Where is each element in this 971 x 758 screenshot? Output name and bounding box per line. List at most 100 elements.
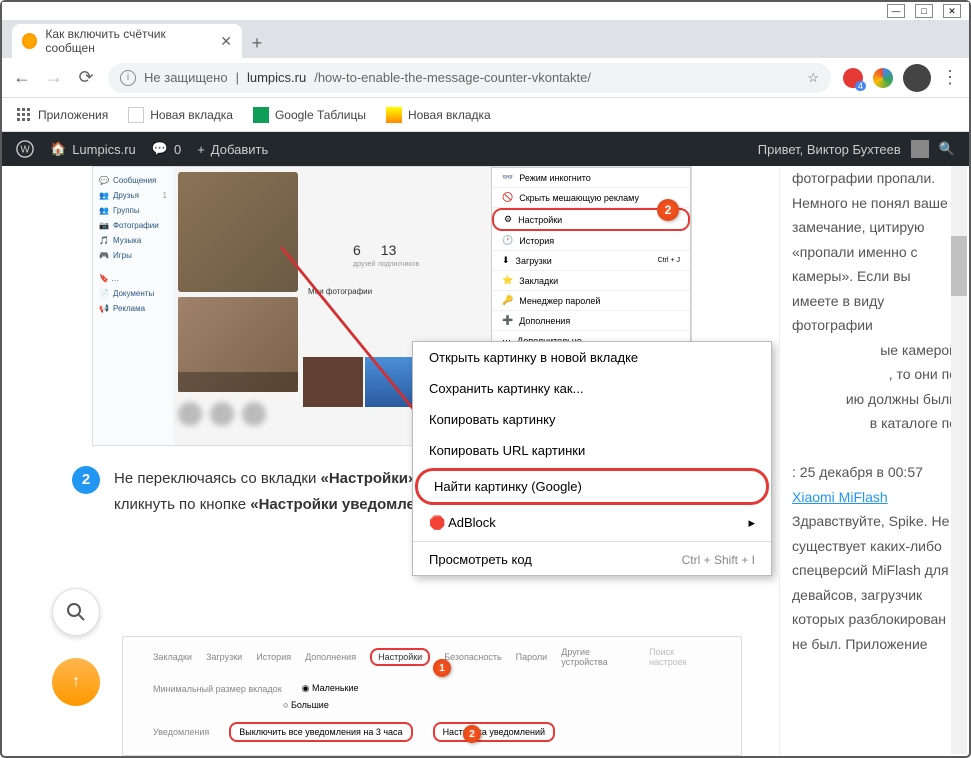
favicon-icon [22,33,37,49]
bookmarks-bar: Приложения Новая вкладка Google Таблицы … [2,98,969,132]
bookmark-item[interactable]: Новая вкладка [386,107,491,123]
ss2-button-highlighted: Настройка уведомлений [433,722,556,742]
ctx-save-image[interactable]: Сохранить картинку как... [413,373,771,404]
sidebar-text: ые камерой [792,338,957,363]
sidebar-text: в каталоге по [792,411,957,436]
vk-menu-item: 🔖 … [99,271,167,286]
ctx-search-google-highlighted[interactable]: Найти картинку (Google) [415,468,769,505]
extension-icon-1[interactable]: 4 [843,68,863,88]
vk-menu-item: 🎮 Игры [99,248,167,263]
step-number-badge: 2 [72,466,100,494]
window-maximize[interactable]: □ [915,4,933,18]
sidebar-date: : 25 декабря в 00:57 [792,460,957,485]
scrollbar-thumb[interactable] [951,236,967,296]
wp-logo[interactable]: W [16,140,34,158]
context-menu: Открыть картинку в новой вкладке Сохрани… [412,341,772,576]
page-scrollbar[interactable] [951,166,967,754]
svg-text:W: W [20,145,30,156]
vk-menu-item: 🎵 Музыка [99,233,167,248]
window-close[interactable]: ✕ [943,4,961,18]
vk-menu-item: 💬 Сообщения [99,173,167,188]
ctx-copy-image[interactable]: Копировать картинку [413,404,771,435]
sidebar-link[interactable]: Xiaomi MiFlash [792,489,888,505]
sheets-icon [253,107,269,123]
insecure-label: Не защищено [144,70,228,85]
site-info-icon[interactable]: i [120,70,136,86]
opera-menu-item: ⭐ Закладки [492,271,690,291]
browser-menu-icon[interactable]: ⋮ [941,67,959,88]
sidebar-column: фотографии пропали. Немного не понял ваш… [779,166,969,756]
ss2-setting-row: Уведомления Выключить все уведомления на… [123,716,741,748]
url-domain: lumpics.ru [247,70,306,85]
ctx-copy-url[interactable]: Копировать URL картинки [413,435,771,466]
reload-button[interactable]: ⟳ [76,68,96,88]
sidebar-text: , то они по [792,362,957,387]
tab-close-icon[interactable]: ✕ [220,33,232,50]
wp-add-new[interactable]: + Добавить [197,142,268,157]
scroll-top-button[interactable]: ↑ [52,658,100,706]
wp-greeting[interactable]: Привет, Виктор Бухтеев [758,142,901,157]
tab-title: Как включить счётчик сообщен [45,27,212,55]
vk-friends-avatars [178,402,266,426]
bookmark-star-icon[interactable]: ☆ [807,70,819,86]
bookmark-item[interactable]: Новая вкладка [128,107,233,123]
wordpress-admin-bar: W 🏠 Lumpics.ru 💬 0 + Добавить Привет, Ви… [2,132,969,166]
sidebar-text: фотографии пропали. Немного не понял ваш… [792,166,957,338]
ctx-adblock[interactable]: 🛑 AdBlock▸ [413,507,771,539]
ss2-tab-highlighted: Настройки [370,648,430,666]
opera-menu-item: 👓 Режим инкогнито [492,168,690,188]
wordpress-icon: W [16,140,34,158]
profile-avatar[interactable] [903,64,931,92]
sidebar-text: ию должны были [792,387,957,412]
vk-menu-item: 👥 Группы [99,203,167,218]
new-tab-button[interactable]: + [242,28,272,58]
ss2-setting-row: ○ Большие [123,700,741,716]
browser-tab-active[interactable]: Как включить счётчик сообщен ✕ [12,24,242,58]
window-minimize[interactable]: — [887,4,905,18]
apps-button[interactable]: Приложения [16,107,108,123]
extension-icon-2[interactable] [873,68,893,88]
magnifier-icon [66,602,86,622]
step-badge-2: 2 [463,725,481,743]
apps-label: Приложения [38,108,108,122]
bookmark-label: Google Таблицы [275,108,366,122]
bookmark-item[interactable]: Google Таблицы [253,107,366,123]
vk-photo-thumb [178,297,298,392]
ss2-setting-row: Минимальный размер вкладок ◉ Маленькие [123,677,741,700]
page-icon [128,107,144,123]
ctx-inspect[interactable]: Просмотреть кодCtrl + Shift + I [413,544,771,575]
bookmark-label: Новая вкладка [150,108,233,122]
vk-stats: 613 друзей подписчиков [353,242,419,269]
wp-search-icon[interactable]: 🔍 [939,141,955,157]
page-icon [386,107,402,123]
sidebar-text: Здравствуйте, Spike. Не существует каких… [792,509,957,656]
opera-menu-item: ⬇ ЗагрузкиCtrl + J [492,251,690,271]
opera-menu: 👓 Режим инкогнито 🚫 Скрыть мешающую рекл… [491,167,691,352]
ss2-button-highlighted: Выключить все уведомления на 3 часа [229,722,412,742]
back-button[interactable]: ← [12,68,32,88]
opera-menu-item: 🔑 Менеджер паролей [492,291,690,311]
wp-comments[interactable]: 💬 0 [152,141,181,157]
url-path: /how-to-enable-the-message-counter-vkont… [314,70,591,85]
vk-menu-item: 📷 Фотографии [99,218,167,233]
arrow-up-icon: ↑ [72,673,80,691]
wp-site-name: Lumpics.ru [72,142,136,157]
vk-profile-photo [178,172,298,292]
vk-sidebar: 💬 Сообщения 👥 Друзья 1 👥 Группы 📷 Фотогр… [93,167,173,445]
forward-button[interactable]: → [44,68,64,88]
vk-menu-item: 📄 Документы [99,286,167,301]
search-fab-button[interactable] [52,588,100,636]
opera-menu-item: ➕ Дополнения [492,311,690,331]
bookmark-label: Новая вкладка [408,108,491,122]
url-input[interactable]: i Не защищено | lumpics.ru /how-to-enabl… [108,63,831,93]
ctx-open-image[interactable]: Открыть картинку в новой вкладке [413,342,771,373]
apps-grid-icon [16,107,32,123]
main-column: 💬 Сообщения 👥 Друзья 1 👥 Группы 📷 Фотогр… [2,166,779,756]
ss2-tabs: ЗакладкиЗагрузкиИсторияДополнения Настро… [123,637,741,677]
wp-site-link[interactable]: 🏠 Lumpics.ru [50,141,136,157]
shortcut-label: Ctrl + Shift + I [682,553,755,567]
vk-menu-item: 📢 Реклама [99,301,167,316]
browser-tabbar: Как включить счётчик сообщен ✕ + [2,20,969,58]
wp-user-avatar[interactable] [911,140,929,158]
ctx-separator [413,541,771,542]
